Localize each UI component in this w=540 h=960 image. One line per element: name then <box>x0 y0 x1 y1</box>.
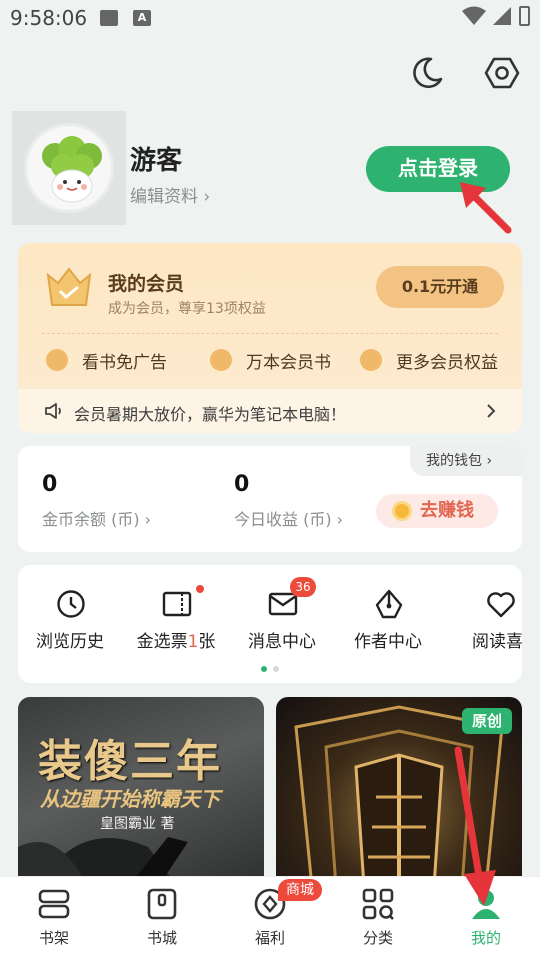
bookstore-icon <box>147 888 177 920</box>
pen-icon <box>375 589 403 619</box>
battery-icon <box>519 6 530 26</box>
book-cover-1[interactable]: 装傻三年 从边疆开始称霸天下 皇图霸业 著 <box>18 697 264 887</box>
quick-entry-label: 消息中心 <box>248 632 316 652</box>
perk-more-rights[interactable]: 更多会员权益 <box>360 346 498 374</box>
bookshelf-icon <box>38 889 70 919</box>
mall-badge: 商城 <box>278 879 322 901</box>
a-notification-icon: A <box>133 10 151 26</box>
profile-icon <box>472 890 500 919</box>
membership-card[interactable]: 我的会员 成为会员，尊享13项权益 0.1元开通 看书免广告 万本会员书 更多会… <box>18 243 522 433</box>
open-membership-button[interactable]: 0.1元开通 <box>376 266 504 308</box>
quick-entry-history[interactable]: 浏览历史 <box>18 589 122 653</box>
ticket-icon <box>162 591 192 617</box>
my-wallet-link[interactable]: 我的钱包 › <box>410 446 522 476</box>
username: 游客 <box>130 146 183 176</box>
coin-balance-label[interactable]: 金币余额 (币) › <box>42 506 151 530</box>
nav-label: 我的 <box>470 929 501 947</box>
crown-icon <box>46 267 92 306</box>
nav-label: 分类 <box>362 929 393 947</box>
photo-notification-icon <box>100 10 118 26</box>
avatar[interactable] <box>12 111 126 225</box>
nav-profile[interactable]: 我的 <box>432 877 540 960</box>
nav-bookstore[interactable]: 书城 <box>108 877 216 960</box>
page-indicator <box>261 666 279 672</box>
nav-category[interactable]: 分类 <box>324 877 432 960</box>
quick-entry-author[interactable]: 作者中心 <box>336 589 440 653</box>
membership-subtitle: 成为会员，尊享13项权益 <box>108 301 266 317</box>
bottom-navigation: 书架 书城 福利 分类 我的 <box>0 876 540 960</box>
quick-entry-label: 作者中心 <box>354 632 422 652</box>
status-time: 9:58:06 <box>10 6 88 30</box>
clock-icon <box>57 590 85 618</box>
settings-icon[interactable] <box>484 55 520 91</box>
quick-entry-ticket[interactable]: 金选票1张 <box>124 585 228 653</box>
speaker-icon <box>45 403 61 419</box>
category-icon <box>362 888 394 920</box>
announcement-bar[interactable]: 会员暑期大放价，赢华为笔记本电脑！ <box>18 389 522 433</box>
perk-member-books[interactable]: 万本会员书 <box>210 346 331 374</box>
signal-icon <box>493 7 511 25</box>
today-income-value: 0 <box>234 472 250 497</box>
message-count-badge: 36 <box>290 577 316 597</box>
announcement-text: 会员暑期大放价，赢华为笔记本电脑！ <box>74 405 347 424</box>
perk-label: 看书免广告 <box>82 352 167 373</box>
avatar-image <box>24 123 114 213</box>
edit-profile-link[interactable]: 编辑资料 › <box>130 182 210 207</box>
earn-money-label: 去赚钱 <box>420 500 474 521</box>
perk-no-ads[interactable]: 看书免广告 <box>46 346 167 374</box>
wallet-card: 我的钱包 › 0 金币余额 (币) › 0 今日收益 (币) › 去赚钱 <box>18 446 522 552</box>
coin-icon <box>392 501 412 521</box>
login-button[interactable]: 点击登录 <box>366 146 510 192</box>
perk-label: 更多会员权益 <box>396 352 498 373</box>
quick-entry-messages[interactable]: 36 消息中心 <box>230 577 334 653</box>
book-subtitle: 从边疆开始称霸天下 <box>40 787 220 811</box>
more-icon <box>360 349 382 371</box>
coin-balance-value: 0 <box>42 472 58 497</box>
membership-title: 我的会员 <box>108 273 185 295</box>
today-income-label[interactable]: 今日收益 (币) › <box>234 506 343 530</box>
nav-bookshelf[interactable]: 书架 <box>0 877 108 960</box>
book-title: 装傻三年 <box>38 736 222 787</box>
red-dot-indicator <box>196 585 204 593</box>
quick-entry-reading-preference[interactable]: 阅读喜 <box>452 589 522 653</box>
earn-money-button[interactable]: 去赚钱 <box>376 494 498 528</box>
book-author: 皇图霸业 著 <box>100 816 175 832</box>
nav-label: 福利 <box>254 929 285 947</box>
ad-icon <box>46 349 68 371</box>
avatar-mascot-icon <box>42 136 102 203</box>
nav-label: 书架 <box>38 929 69 947</box>
quick-entry-label: 金选票1张 <box>136 632 216 652</box>
perk-label: 万本会员书 <box>246 352 331 373</box>
nav-label: 书城 <box>146 929 177 947</box>
original-badge: 原创 <box>462 708 512 734</box>
heart-icon <box>487 592 515 618</box>
wifi-icon <box>462 6 486 25</box>
chevron-right-icon <box>487 404 496 418</box>
divider <box>42 333 498 334</box>
quick-entry-panel: 浏览历史 金选票1张 36 消息中心 作者中心 阅读喜 <box>18 565 522 683</box>
night-mode-icon[interactable] <box>409 55 445 91</box>
quick-entry-label: 浏览历史 <box>36 632 104 652</box>
quick-entry-label: 阅读喜 <box>472 632 522 652</box>
book-icon <box>210 349 232 371</box>
